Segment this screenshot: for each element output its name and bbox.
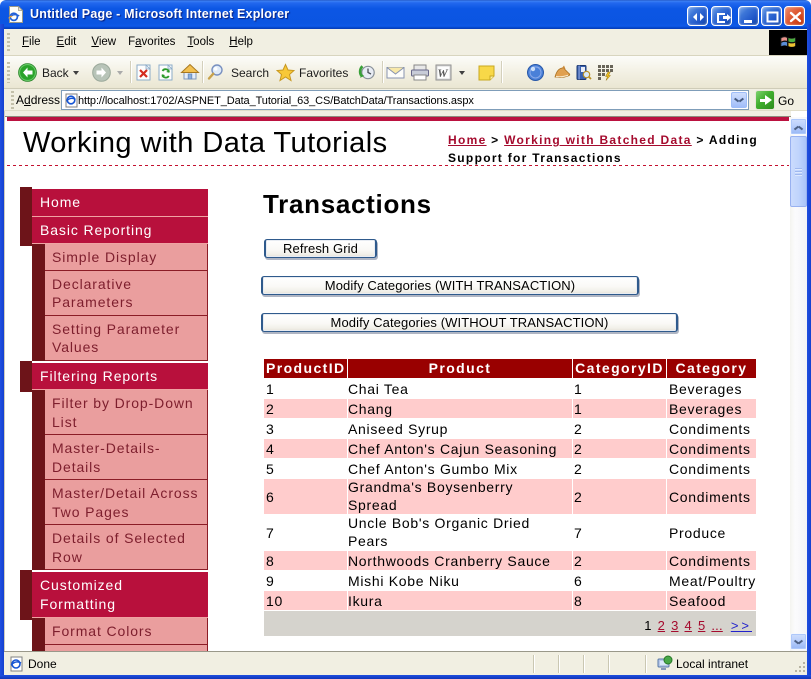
svg-text:W: W xyxy=(437,68,448,80)
